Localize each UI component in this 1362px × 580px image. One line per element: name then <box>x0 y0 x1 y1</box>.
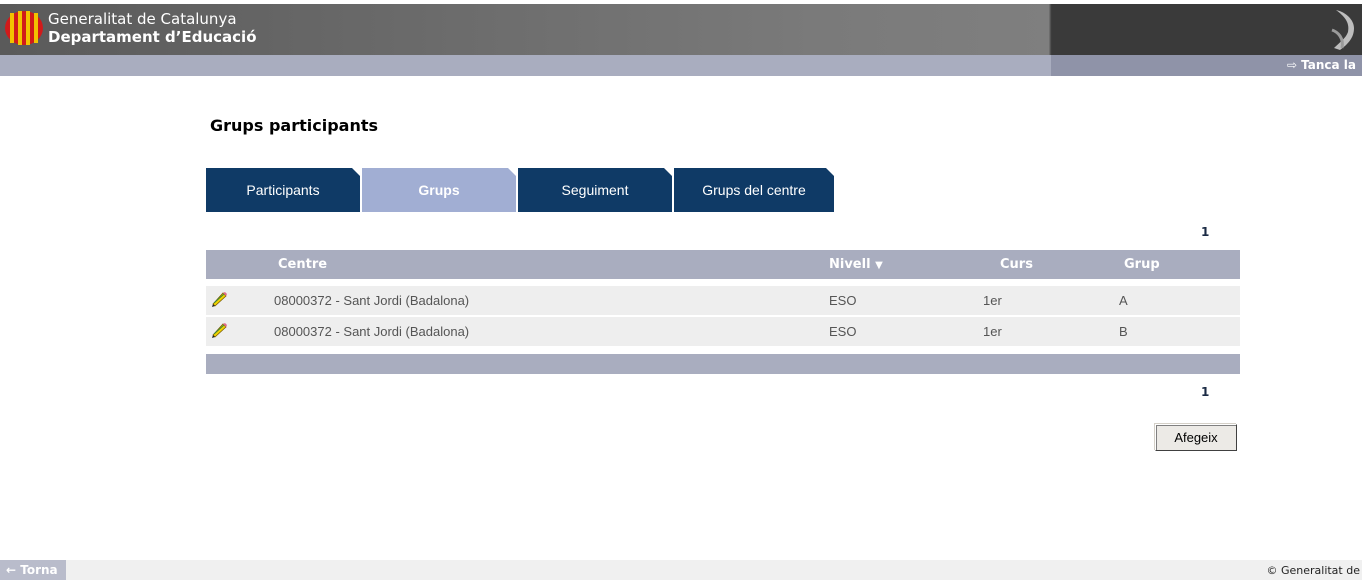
column-header-curs[interactable]: Curs <box>1000 257 1033 272</box>
exit-arrow-icon: ⇨ <box>1287 58 1298 72</box>
column-header-nivell-label: Nivell <box>829 257 871 272</box>
table-header: Centre Nivell ▼ Curs Grup <box>206 250 1240 279</box>
cell-curs: 1er <box>983 293 1002 308</box>
cell-nivell: ESO <box>829 293 857 308</box>
column-header-grup[interactable]: Grup <box>1124 257 1160 272</box>
edit-pencil-icon[interactable] <box>210 290 228 308</box>
add-button[interactable]: Afegeix <box>1155 424 1237 451</box>
pager-top-page[interactable]: 1 <box>1201 225 1209 239</box>
tab-grups-del-centre[interactable]: Grups del centre <box>674 168 834 212</box>
tab-seguiment[interactable]: Seguiment <box>518 168 672 212</box>
pager-bottom-page[interactable]: 1 <box>1201 385 1209 399</box>
tab-label: Grups <box>418 182 460 198</box>
cell-centre: 08000372 - Sant Jordi (Badalona) <box>274 293 470 308</box>
cell-nivell: ESO <box>829 324 857 339</box>
tab-label: Grups del centre <box>702 182 806 198</box>
close-session-link[interactable]: ⇨ Tanca la <box>1287 58 1356 72</box>
sort-desc-icon: ▼ <box>875 260 883 271</box>
brand-name: Generalitat de Catalunya <box>48 10 237 28</box>
tab-grups[interactable]: Grups <box>362 168 516 212</box>
cell-grup: A <box>1119 293 1128 308</box>
copyright-text: © Generalitat de <box>1266 564 1360 577</box>
department-name: Departament d’Educació <box>48 28 257 46</box>
emblem-icon <box>1331 10 1354 50</box>
tab-label: Participants <box>246 182 320 198</box>
table-row: 08000372 - Sant Jordi (Badalona) ESO 1er… <box>206 286 1240 315</box>
tab-label: Seguiment <box>561 182 629 198</box>
table-footer <box>206 354 1240 374</box>
back-link[interactable]: ← Torna <box>0 560 66 580</box>
column-header-centre[interactable]: Centre <box>278 257 327 272</box>
table-row: 08000372 - Sant Jordi (Badalona) ESO 1er… <box>206 317 1240 346</box>
tab-participants[interactable]: Participants <box>206 168 360 212</box>
cell-centre: 08000372 - Sant Jordi (Badalona) <box>274 324 470 339</box>
app-header: Generalitat de Catalunya Departament d’E… <box>0 4 1362 55</box>
cell-grup: B <box>1119 324 1128 339</box>
page-title: Grups participants <box>210 116 379 135</box>
close-session-label: Tanca la <box>1301 58 1356 72</box>
column-header-nivell[interactable]: Nivell ▼ <box>829 257 883 272</box>
footer-bar <box>0 560 1362 580</box>
generalitat-logo-icon <box>5 11 43 45</box>
cell-curs: 1er <box>983 324 1002 339</box>
edit-pencil-icon[interactable] <box>210 321 228 339</box>
